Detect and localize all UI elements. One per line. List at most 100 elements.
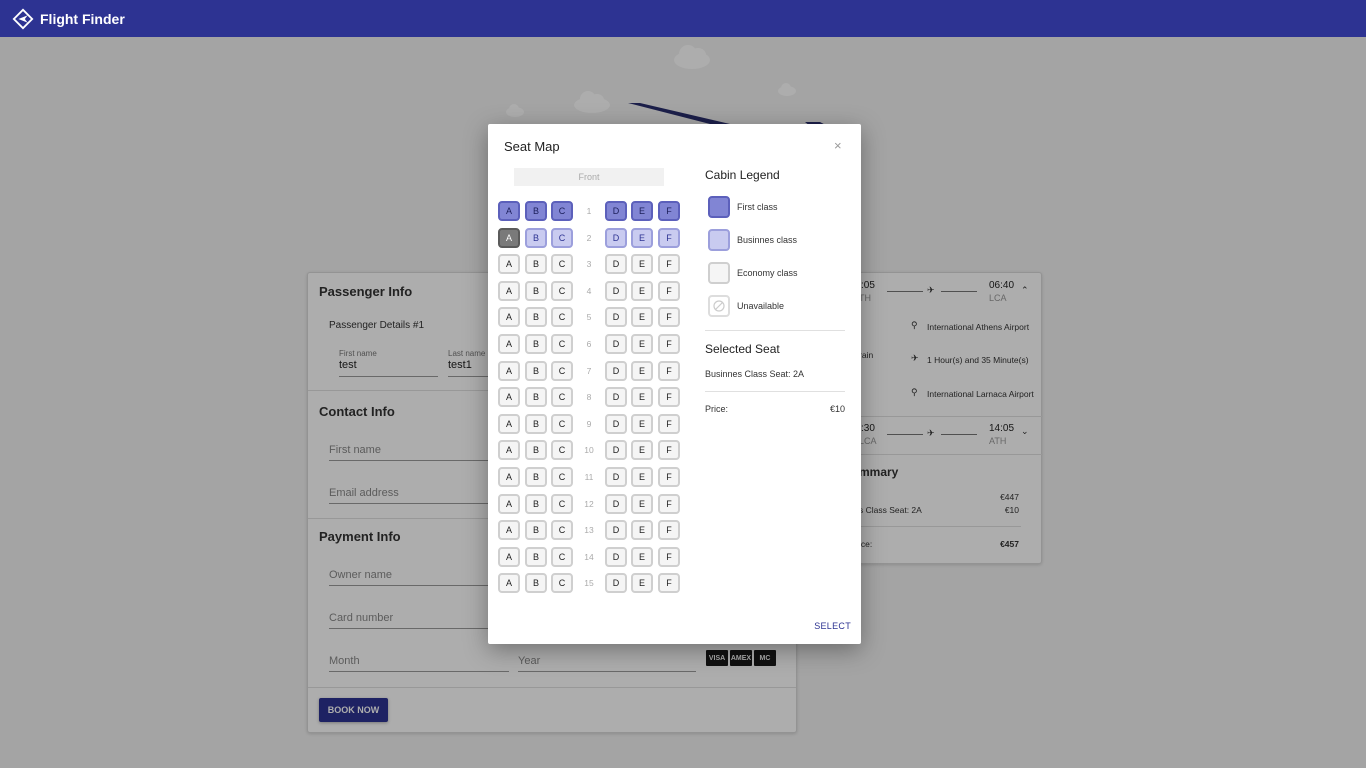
seat-9E[interactable]: E (631, 414, 653, 434)
seat-12E[interactable]: E (631, 494, 653, 514)
seat-5F[interactable]: F (658, 307, 680, 327)
seat-13B[interactable]: B (525, 520, 547, 540)
seat-10C[interactable]: C (551, 440, 573, 460)
seat-15E[interactable]: E (631, 573, 653, 593)
seat-11D[interactable]: D (605, 467, 627, 487)
seat-2A[interactable]: A (498, 228, 520, 248)
close-icon[interactable]: × (834, 138, 842, 153)
seat-5C[interactable]: C (551, 307, 573, 327)
seat-6A[interactable]: A (498, 334, 520, 354)
seat-9A[interactable]: A (498, 414, 520, 434)
divider (705, 391, 845, 392)
seat-9F[interactable]: F (658, 414, 680, 434)
row-number: 15 (584, 578, 594, 588)
plane-logo-icon[interactable] (12, 8, 34, 30)
seat-10E[interactable]: E (631, 440, 653, 460)
seat-14B[interactable]: B (525, 547, 547, 567)
seat-7F[interactable]: F (658, 361, 680, 381)
seat-7B[interactable]: B (525, 361, 547, 381)
seat-6C[interactable]: C (551, 334, 573, 354)
app-brand[interactable]: Flight Finder (40, 11, 125, 27)
seat-2F[interactable]: F (658, 228, 680, 248)
seat-15D[interactable]: D (605, 573, 627, 593)
seat-1A[interactable]: A (498, 201, 520, 221)
row-number: 8 (586, 392, 592, 402)
seat-14A[interactable]: A (498, 547, 520, 567)
seat-10F[interactable]: F (658, 440, 680, 460)
select-button[interactable]: SELECT (814, 621, 851, 631)
seat-4F[interactable]: F (658, 281, 680, 301)
seat-4C[interactable]: C (551, 281, 573, 301)
seat-2D[interactable]: D (605, 228, 627, 248)
seat-1D[interactable]: D (605, 201, 627, 221)
seat-12F[interactable]: F (658, 494, 680, 514)
seat-13E[interactable]: E (631, 520, 653, 540)
seat-8E[interactable]: E (631, 387, 653, 407)
seat-4B[interactable]: B (525, 281, 547, 301)
seat-8B[interactable]: B (525, 387, 547, 407)
seat-13C[interactable]: C (551, 520, 573, 540)
seat-3E[interactable]: E (631, 254, 653, 274)
unavailable-icon (713, 300, 725, 312)
seat-1C[interactable]: C (551, 201, 573, 221)
seat-11F[interactable]: F (658, 467, 680, 487)
seat-2E[interactable]: E (631, 228, 653, 248)
seat-7A[interactable]: A (498, 361, 520, 381)
seat-12C[interactable]: C (551, 494, 573, 514)
seat-12D[interactable]: D (605, 494, 627, 514)
seat-13F[interactable]: F (658, 520, 680, 540)
seat-15B[interactable]: B (525, 573, 547, 593)
seat-11A[interactable]: A (498, 467, 520, 487)
seat-3D[interactable]: D (605, 254, 627, 274)
seat-6B[interactable]: B (525, 334, 547, 354)
seat-1F[interactable]: F (658, 201, 680, 221)
seat-5E[interactable]: E (631, 307, 653, 327)
seat-14F[interactable]: F (658, 547, 680, 567)
seat-3A[interactable]: A (498, 254, 520, 274)
seat-14D[interactable]: D (605, 547, 627, 567)
seat-3B[interactable]: B (525, 254, 547, 274)
seat-11E[interactable]: E (631, 467, 653, 487)
seat-6D[interactable]: D (605, 334, 627, 354)
seat-10D[interactable]: D (605, 440, 627, 460)
seat-12A[interactable]: A (498, 494, 520, 514)
seat-8C[interactable]: C (551, 387, 573, 407)
seat-4A[interactable]: A (498, 281, 520, 301)
seat-9C[interactable]: C (551, 414, 573, 434)
row-number: 11 (584, 472, 594, 482)
seat-14C[interactable]: C (551, 547, 573, 567)
seat-9B[interactable]: B (525, 414, 547, 434)
seat-3C[interactable]: C (551, 254, 573, 274)
seat-2C[interactable]: C (551, 228, 573, 248)
seat-7E[interactable]: E (631, 361, 653, 381)
seat-1E[interactable]: E (631, 201, 653, 221)
seat-4E[interactable]: E (631, 281, 653, 301)
seat-10B[interactable]: B (525, 440, 547, 460)
seat-1B[interactable]: B (525, 201, 547, 221)
seat-13A[interactable]: A (498, 520, 520, 540)
seat-5D[interactable]: D (605, 307, 627, 327)
seat-2B[interactable]: B (525, 228, 547, 248)
seat-6F[interactable]: F (658, 334, 680, 354)
seat-7C[interactable]: C (551, 361, 573, 381)
seat-8F[interactable]: F (658, 387, 680, 407)
seat-12B[interactable]: B (525, 494, 547, 514)
seat-7D[interactable]: D (605, 361, 627, 381)
seat-4D[interactable]: D (605, 281, 627, 301)
seat-5B[interactable]: B (525, 307, 547, 327)
front-label: Front (514, 168, 664, 186)
seat-13D[interactable]: D (605, 520, 627, 540)
seat-8A[interactable]: A (498, 387, 520, 407)
seat-5A[interactable]: A (498, 307, 520, 327)
seat-8D[interactable]: D (605, 387, 627, 407)
seat-6E[interactable]: E (631, 334, 653, 354)
seat-11B[interactable]: B (525, 467, 547, 487)
seat-9D[interactable]: D (605, 414, 627, 434)
seat-3F[interactable]: F (658, 254, 680, 274)
seat-15A[interactable]: A (498, 573, 520, 593)
seat-15F[interactable]: F (658, 573, 680, 593)
seat-15C[interactable]: C (551, 573, 573, 593)
seat-14E[interactable]: E (631, 547, 653, 567)
seat-10A[interactable]: A (498, 440, 520, 460)
seat-11C[interactable]: C (551, 467, 573, 487)
